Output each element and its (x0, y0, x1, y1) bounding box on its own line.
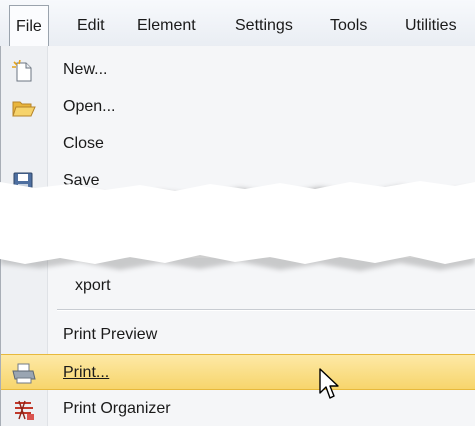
open-folder-icon (11, 97, 37, 119)
menu-item-close-label: Close (63, 135, 104, 152)
print-organizer-icon (11, 399, 37, 421)
menu-item-open-label: Open... (63, 98, 116, 115)
menu-item-print-preview-label: Print Preview (63, 326, 158, 343)
menu-file[interactable]: File (9, 5, 49, 46)
menu-item-close[interactable]: Close (1, 126, 475, 162)
menu-item-new-label: New... (63, 61, 108, 78)
menu-edit-label: Edit (77, 17, 105, 34)
menu-item-print-label: Print... (63, 364, 110, 381)
menu-element[interactable]: Element (137, 11, 196, 41)
torn-edge-bottom (0, 240, 475, 271)
menu-separator (57, 309, 475, 311)
menu-item-open[interactable]: Open... (1, 89, 475, 125)
menu-item-print-preview[interactable]: Print Preview (1, 317, 475, 353)
menu-edit[interactable]: Edit (77, 11, 105, 41)
menu-item-print-organizer-label: Print Organizer (63, 400, 171, 417)
torn-edge-top (0, 181, 475, 228)
menu-bar: File Edit Element Settings Tools Utiliti… (0, 0, 475, 48)
mouse-cursor-icon (319, 368, 339, 399)
menu-utilities[interactable]: Utilities (405, 11, 457, 41)
menu-item-new[interactable]: New... (1, 52, 475, 88)
menu-element-label: Element (137, 17, 196, 34)
menu-settings-label: Settings (235, 17, 293, 34)
printer-icon (11, 363, 37, 385)
menu-settings[interactable]: Settings (235, 11, 293, 41)
menu-tools-label: Tools (330, 17, 368, 34)
new-document-icon (11, 59, 37, 82)
menu-tools[interactable]: Tools (330, 11, 367, 41)
menu-file-label: File (16, 18, 42, 35)
menu-utilities-label: Utilities (405, 17, 457, 34)
menu-item-print[interactable]: Print... (1, 354, 475, 390)
menu-item-print-organizer[interactable]: Print Organizer (1, 391, 475, 427)
